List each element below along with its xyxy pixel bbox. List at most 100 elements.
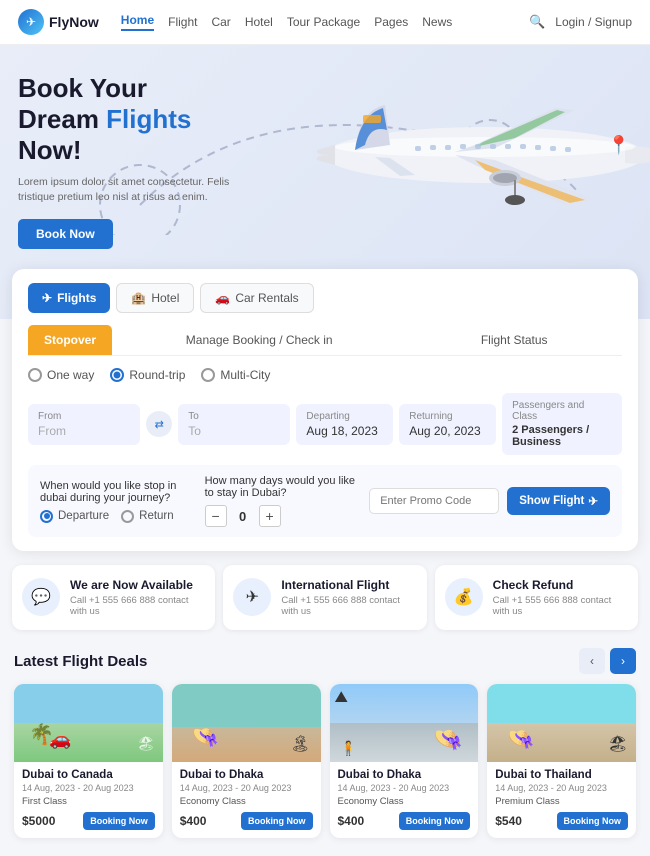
to-label: To [188, 411, 280, 422]
counter-plus[interactable]: + [259, 505, 281, 527]
counter-value: 0 [235, 509, 251, 524]
return-radio[interactable]: Return [121, 510, 174, 523]
login-link[interactable]: Login / Signup [555, 15, 632, 29]
from-value: From [38, 424, 130, 438]
deal-card-3-image: 👒 🏖 [487, 684, 636, 762]
deal-date-3: 14 Aug, 2023 - 20 Aug 2023 [495, 783, 628, 793]
radio-round-trip [110, 368, 124, 382]
to-field[interactable]: To To [178, 404, 290, 445]
deal-cards-row: 🌴 🚗 🏖 Dubai to Canada 14 Aug, 2023 - 20 … [14, 684, 636, 838]
returning-value: Aug 20, 2023 [409, 424, 486, 438]
deal-class-1: Economy Class [180, 796, 313, 807]
deal-card-3: 👒 🏖 Dubai to Thailand 14 Aug, 2023 - 20 … [487, 684, 636, 838]
header-right: 🔍 Login / Signup [529, 14, 632, 30]
nav-tour[interactable]: Tour Package [287, 15, 360, 29]
multi-city-radio[interactable]: Multi-City [201, 368, 270, 382]
departing-field[interactable]: Departing Aug 18, 2023 [296, 404, 393, 445]
nav-news[interactable]: News [422, 15, 452, 29]
deal-class-2: Economy Class [338, 796, 471, 807]
counter-group: − 0 + [205, 505, 358, 527]
hotel-tab-icon: 🏨 [131, 291, 146, 305]
show-flight-button[interactable]: Show Flight ✈ [507, 487, 610, 515]
booking-btn-2[interactable]: Booking Now [399, 812, 471, 830]
international-icon: ✈ [233, 578, 271, 616]
booking-btn-3[interactable]: Booking Now [557, 812, 629, 830]
deal-date-1: 14 Aug, 2023 - 20 Aug 2023 [180, 783, 313, 793]
features-row: 💬 We are Now Available Call +1 555 666 8… [12, 565, 638, 630]
sub-tab-status[interactable]: Flight Status [406, 325, 622, 355]
logo[interactable]: ✈ FlyNow [18, 9, 99, 35]
feature-refund-sub: Call +1 555 666 888 contact with us [493, 595, 628, 617]
flight-fields-row: From From ⇄ To To Departing Aug 18, 2023… [28, 393, 622, 455]
from-field[interactable]: From From [28, 404, 140, 445]
round-trip-radio[interactable]: Round-trip [110, 368, 185, 382]
flight-btn-icon: ✈ [588, 494, 598, 508]
returning-field[interactable]: Returning Aug 20, 2023 [399, 404, 496, 445]
from-label: From [38, 411, 130, 422]
booking-btn-0[interactable]: Booking Now [83, 812, 155, 830]
nav-pages[interactable]: Pages [374, 15, 408, 29]
prev-arrow[interactable]: ‹ [579, 648, 605, 674]
deal-card-2-image: 👒 ⛰ 🧍 [330, 684, 479, 762]
swap-button[interactable]: ⇄ [146, 411, 172, 437]
passengers-value: 2 Passengers / Business [512, 424, 612, 448]
nav-home[interactable]: Home [121, 13, 154, 31]
radio-return [121, 510, 134, 523]
one-way-radio[interactable]: One way [28, 368, 94, 382]
trip-type-row: One way Round-trip Multi-City [28, 368, 622, 382]
deal-price-2: $400 [338, 814, 365, 828]
nav-flight[interactable]: Flight [168, 15, 197, 29]
deal-card-0-info: Dubai to Canada 14 Aug, 2023 - 20 Aug 20… [14, 762, 163, 838]
deal-price-1: $400 [180, 814, 207, 828]
stopover-row: When would you like stop in dubai during… [28, 465, 622, 537]
radio-one-way [28, 368, 42, 382]
sub-tab-manage[interactable]: Manage Booking / Check in [112, 325, 406, 355]
available-icon: 💬 [22, 578, 60, 616]
sub-tab-stopover[interactable]: Stopover [28, 325, 112, 355]
booking-tabs: ✈ Flights 🏨 Hotel 🚗 Car Rentals [28, 283, 622, 313]
to-value: To [188, 424, 280, 438]
deals-title: Latest Flight Deals [14, 653, 147, 670]
tab-flights[interactable]: ✈ Flights [28, 283, 110, 313]
returning-label: Returning [409, 411, 486, 422]
departing-value: Aug 18, 2023 [306, 424, 383, 438]
flight-tab-icon: ✈ [42, 291, 52, 305]
deal-card-0: 🌴 🚗 🏖 Dubai to Canada 14 Aug, 2023 - 20 … [14, 684, 163, 838]
next-arrow[interactable]: › [610, 648, 636, 674]
nav-arrows: ‹ › [579, 648, 636, 674]
main-nav: Home Flight Car Hotel Tour Package Pages… [121, 13, 529, 31]
promo-code-input[interactable] [369, 488, 499, 514]
logo-icon: ✈ [18, 9, 44, 35]
passengers-field[interactable]: Passengers and Class 2 Passengers / Busi… [502, 393, 622, 455]
tab-hotel[interactable]: 🏨 Hotel [116, 283, 194, 313]
deal-class-3: Premium Class [495, 796, 628, 807]
feature-card-available: 💬 We are Now Available Call +1 555 666 8… [12, 565, 215, 630]
deal-route-1: Dubai to Dhaka [180, 769, 313, 781]
booking-btn-1[interactable]: Booking Now [241, 812, 313, 830]
counter-minus[interactable]: − [205, 505, 227, 527]
deal-card-3-info: Dubai to Thailand 14 Aug, 2023 - 20 Aug … [487, 762, 636, 838]
location-pin-icon: 📍 [608, 135, 630, 156]
hero-text: Book Your Dream Flights Now! Lorem ipsum… [18, 73, 248, 249]
book-now-button[interactable]: Book Now [18, 219, 113, 249]
deal-date-2: 14 Aug, 2023 - 20 Aug 2023 [338, 783, 471, 793]
feature-available-sub: Call +1 555 666 888 contact with us [70, 595, 205, 617]
deal-route-0: Dubai to Canada [22, 769, 155, 781]
departure-radio[interactable]: Departure [40, 510, 109, 523]
header: ✈ FlyNow Home Flight Car Hotel Tour Pack… [0, 0, 650, 45]
search-icon[interactable]: 🔍 [529, 14, 545, 30]
departing-label: Departing [306, 411, 383, 422]
days-question: How many days would you like to stay in … [205, 475, 358, 499]
nav-car[interactable]: Car [211, 15, 230, 29]
tab-car-rentals[interactable]: 🚗 Car Rentals [200, 283, 313, 313]
deals-header: Latest Flight Deals ‹ › [14, 648, 636, 674]
deal-price-0: $5000 [22, 814, 55, 828]
departure-return-radios: Departure Return [40, 510, 193, 523]
deal-card-1-info: Dubai to Dhaka 14 Aug, 2023 - 20 Aug 202… [172, 762, 321, 838]
feature-refund-title: Check Refund [493, 578, 628, 592]
deal-card-1-image: 👒 🏝 [172, 684, 321, 762]
deal-card-1: 👒 🏝 Dubai to Dhaka 14 Aug, 2023 - 20 Aug… [172, 684, 321, 838]
feature-card-international: ✈ International Flight Call +1 555 666 8… [223, 565, 426, 630]
nav-hotel[interactable]: Hotel [245, 15, 273, 29]
hero-headline: Book Your Dream Flights Now! [18, 73, 248, 167]
